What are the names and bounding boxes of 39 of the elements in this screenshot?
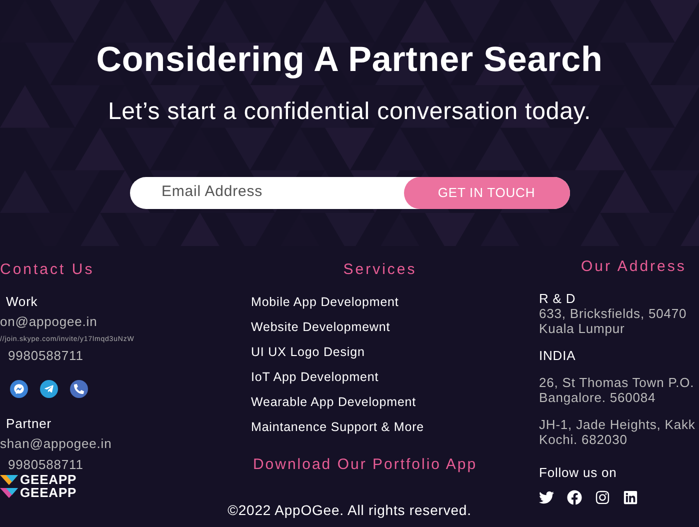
address-line: Bangalore. 560084 bbox=[539, 390, 657, 404]
address-line: Kuala Lumpur bbox=[539, 320, 626, 336]
email-text: shan@appogee.in bbox=[0, 435, 113, 453]
service-link[interactable]: Mobile App Development bbox=[251, 292, 424, 310]
contact-heading: Contact Us bbox=[0, 260, 96, 280]
facebook-icon[interactable] bbox=[567, 490, 582, 505]
address-line: 633, Bricksfields, 50470 bbox=[539, 306, 688, 320]
address-line: Kochi. 682030 bbox=[539, 432, 628, 446]
service-link[interactable]: Maintanence Support & More bbox=[251, 418, 424, 436]
app-logo-text: GEEAPP bbox=[20, 474, 77, 485]
logo-icon bbox=[0, 474, 18, 484]
email-text: on@appogee.in bbox=[0, 313, 98, 331]
twitter-icon[interactable] bbox=[539, 490, 554, 505]
telegram-icon[interactable] bbox=[40, 380, 58, 398]
address-label: R & D bbox=[539, 290, 577, 306]
service-link[interactable]: Wearable App Development bbox=[251, 392, 424, 410]
address-label: INDIA bbox=[539, 348, 577, 362]
address-heading: Our Address bbox=[581, 257, 688, 277]
messenger-icon[interactable] bbox=[10, 380, 28, 398]
download-portfolio-link[interactable]: Download Our Portfolio App bbox=[252, 454, 478, 476]
logo-icon bbox=[0, 488, 18, 498]
app-logo-text: GEEAPP bbox=[20, 487, 77, 498]
services-heading: Services bbox=[343, 260, 417, 280]
address-line: JH-1, Jade Heights, Kakk bbox=[539, 416, 696, 432]
copyright-text: ©2022 AppOGee. All rights reserved. bbox=[226, 501, 472, 520]
phone-text: 9980588711 bbox=[7, 456, 84, 474]
follow-text: Follow us on bbox=[539, 464, 618, 482]
linkedin-icon[interactable] bbox=[623, 490, 638, 505]
service-link[interactable]: Website Developmewnt bbox=[251, 318, 424, 336]
service-link[interactable]: IoT App Development bbox=[251, 368, 424, 386]
address-line: 26, St Thomas Town P.O. bbox=[539, 374, 696, 390]
phone-icon[interactable] bbox=[70, 380, 88, 398]
service-link[interactable]: UI UX Logo Design bbox=[251, 342, 424, 360]
contact-label: Partner bbox=[5, 414, 52, 432]
phone-text: 9980588711 bbox=[7, 347, 84, 365]
instagram-icon[interactable] bbox=[595, 490, 610, 505]
hero-title: Considering A Partner Search bbox=[96, 39, 603, 81]
hero-subtitle: Let’s start a confidential conversation today. bbox=[108, 96, 592, 126]
contact-label: Work bbox=[5, 292, 39, 310]
